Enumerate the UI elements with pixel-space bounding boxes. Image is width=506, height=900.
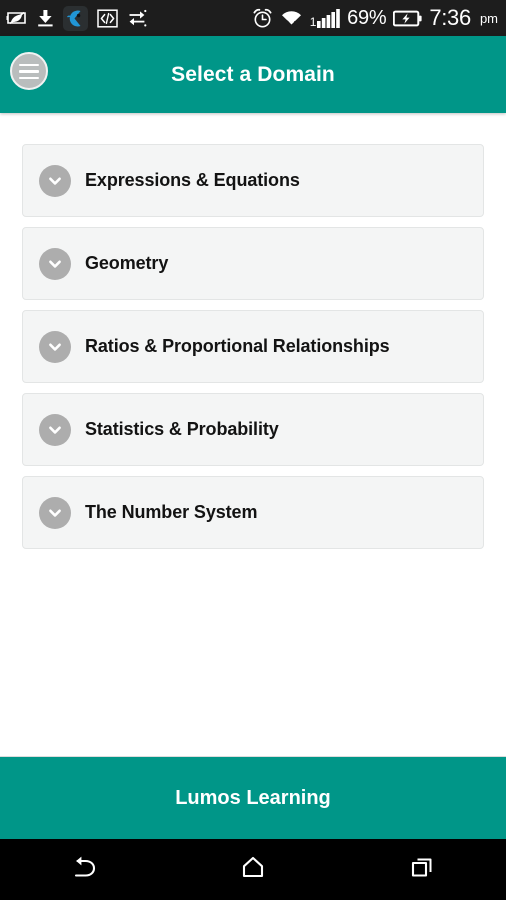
chevron-down-icon[interactable] [39,330,71,363]
chevron-down-icon[interactable] [39,247,71,280]
status-bar-right-icons: 1 69% 7:36 pm [252,7,498,29]
home-button[interactable] [169,839,338,900]
recent-apps-icon [409,854,435,885]
domain-label: Statistics & Probability [85,419,279,439]
page-title: Select a Domain [171,62,335,86]
back-arrow-icon [69,854,99,885]
signal-strength-label: 1 [309,14,317,29]
domain-label: The Number System [85,502,258,522]
domain-item-geometry[interactable]: Geometry [22,227,484,300]
hamburger-menu-icon[interactable] [10,52,48,91]
battery-saver-leaf-icon [6,10,28,26]
footer-brand-bar: Lumos Learning [0,756,506,839]
chevron-down-icon[interactable] [39,496,71,529]
domain-label: Expressions & Equations [85,170,300,190]
domain-item-the-number-system[interactable]: The Number System [22,476,484,549]
data-transfer-icon [127,9,147,27]
cellular-signal-icon: 1 [309,8,340,29]
domain-item-ratios-proportional-relationships[interactable]: Ratios & Proportional Relationships [22,310,484,383]
domain-item-expressions-equations[interactable]: Expressions & Equations [22,144,484,217]
developer-code-icon [97,8,118,28]
hamburger-line-1 [19,63,39,67]
android-navigation-bar [0,839,506,900]
recents-button[interactable] [337,839,506,900]
alarm-clock-icon [252,8,273,29]
domain-list: Expressions & Equations Geometry Ratios … [0,113,506,756]
app-notification-icon [63,5,88,31]
home-icon [240,854,266,885]
clock-meridiem: pm [479,10,498,26]
battery-percent-label: 69% [347,7,387,29]
domain-label: Geometry [85,253,169,273]
status-bar: 1 69% 7:36 pm [0,0,506,36]
back-button[interactable] [0,839,169,900]
app-bar: Select a Domain [0,36,506,113]
clock-time: 7:36 [429,5,471,30]
download-icon [37,9,54,27]
domain-item-statistics-probability[interactable]: Statistics & Probability [22,393,484,466]
hamburger-line-2 [19,70,39,73]
wifi-icon [280,8,303,28]
brand-label: Lumos Learning [175,786,331,809]
status-bar-left-icons [6,5,147,31]
battery-charging-icon [393,10,422,27]
hamburger-line-3 [19,76,39,80]
chevron-down-icon[interactable] [39,413,71,446]
phone-screen: 1 69% 7:36 pm Select a Domain Expression… [0,0,506,900]
chevron-down-icon[interactable] [39,164,71,197]
domain-label: Ratios & Proportional Relationships [85,336,390,356]
